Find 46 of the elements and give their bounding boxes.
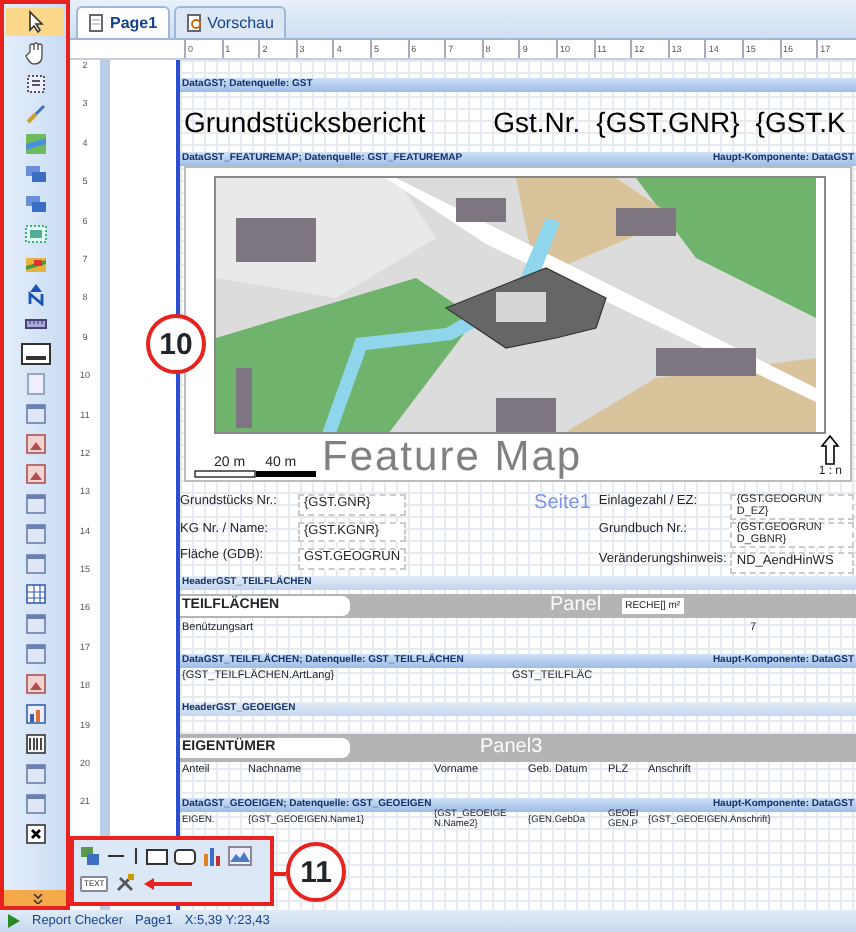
panel-icon[interactable] bbox=[23, 522, 47, 546]
layers-icon[interactable] bbox=[80, 846, 100, 866]
title-field: {GST.GNR} bbox=[596, 101, 740, 143]
rectangle-icon[interactable] bbox=[146, 847, 168, 865]
panel-icon[interactable] bbox=[23, 402, 47, 426]
cross-box-icon[interactable] bbox=[23, 822, 47, 846]
title-field: {GST.K bbox=[755, 101, 846, 143]
brush-icon[interactable] bbox=[23, 102, 47, 126]
page-icon bbox=[88, 14, 104, 32]
panel-icon[interactable] bbox=[23, 492, 47, 516]
barcode-icon[interactable] bbox=[23, 732, 47, 756]
tile-icon[interactable] bbox=[23, 222, 47, 246]
rounded-rectangle-icon[interactable] bbox=[174, 847, 196, 865]
panel-name: Panel3 bbox=[480, 738, 543, 758]
north-arrow-icon bbox=[820, 434, 841, 466]
panel-icon[interactable] bbox=[23, 552, 47, 576]
panel-icon[interactable] bbox=[23, 612, 47, 636]
map-icon[interactable] bbox=[23, 132, 47, 156]
layers-icon[interactable] bbox=[23, 192, 47, 216]
map-caption: Feature Map bbox=[322, 436, 583, 478]
cursor-icon[interactable] bbox=[23, 10, 47, 34]
chart-icon[interactable] bbox=[202, 846, 222, 866]
play-icon[interactable] bbox=[8, 914, 20, 928]
expand-icon[interactable] bbox=[27, 893, 43, 903]
picture-icon[interactable] bbox=[23, 462, 47, 486]
page-number: Seite1 bbox=[534, 494, 591, 518]
tools-icon[interactable] bbox=[114, 872, 137, 894]
panel-name: Panel bbox=[550, 596, 602, 616]
hand-icon[interactable] bbox=[23, 42, 47, 66]
vertical-line-icon[interactable] bbox=[132, 846, 140, 866]
north-arrow-icon[interactable] bbox=[23, 282, 47, 306]
slider-icon[interactable] bbox=[19, 342, 51, 366]
picture-icon[interactable] bbox=[23, 672, 47, 696]
text-frame-icon[interactable] bbox=[23, 72, 47, 96]
picture-icon[interactable] bbox=[228, 846, 252, 866]
tab[interactable]: Vorschau bbox=[173, 6, 286, 38]
panel-icon[interactable] bbox=[23, 642, 47, 666]
report-title: Grundstücksbericht bbox=[184, 103, 426, 141]
preview-icon bbox=[185, 14, 202, 32]
table-icon[interactable] bbox=[23, 582, 47, 606]
chart-icon[interactable] bbox=[23, 702, 47, 726]
picture-icon[interactable] bbox=[23, 432, 47, 456]
tab[interactable]: Page1 bbox=[76, 6, 170, 38]
title-field: Gst.Nr. bbox=[493, 101, 581, 143]
arrow-icon bbox=[142, 875, 195, 891]
layers-icon[interactable] bbox=[23, 162, 47, 186]
